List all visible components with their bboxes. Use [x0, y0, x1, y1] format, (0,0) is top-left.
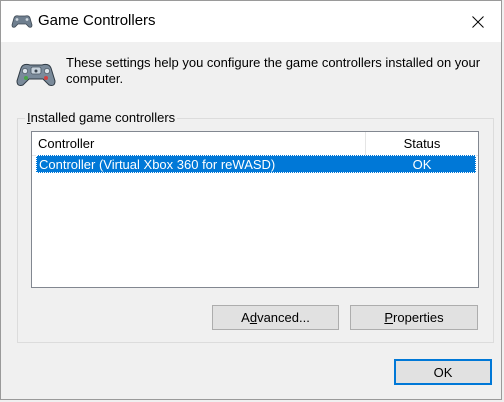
- description-text: These settings help you configure the ga…: [66, 55, 481, 86]
- close-button[interactable]: [455, 1, 501, 42]
- gamepad-icon: [16, 63, 56, 86]
- game-controllers-dialog: Game Controllers These settings help you…: [0, 0, 502, 400]
- properties-label-accel: P: [384, 310, 394, 325]
- advanced-label-pre: A: [241, 310, 250, 325]
- properties-label-post: roperties: [393, 310, 444, 325]
- advanced-button[interactable]: Ad vanced...: [212, 305, 339, 330]
- list-header: Controller Status: [32, 132, 478, 156]
- group-label: Installed game controllers: [25, 110, 178, 125]
- controller-status: OK: [412, 157, 432, 172]
- controller-name: Controller (Virtual Xbox 360 for reWASD): [39, 157, 276, 172]
- window-title: Game Controllers: [38, 12, 156, 29]
- list-item[interactable]: Controller (Virtual Xbox 360 for reWASD)…: [36, 155, 476, 173]
- ok-button[interactable]: OK: [394, 359, 492, 385]
- controllers-list[interactable]: Controller Status Controller (Virtual Xb…: [31, 131, 479, 288]
- ok-label: OK: [433, 364, 453, 380]
- properties-button[interactable]: Properties: [350, 305, 478, 330]
- column-header-controller[interactable]: Controller: [32, 132, 366, 155]
- gamepad-icon: [11, 15, 33, 28]
- column-header-status[interactable]: Status: [366, 132, 478, 155]
- group-label-text: nstalled game controllers: [30, 110, 176, 125]
- advanced-label-accel: d: [249, 310, 258, 325]
- close-x-icon: [472, 15, 484, 28]
- advanced-label-post: vanced...: [257, 310, 310, 325]
- title-bar: Game Controllers: [1, 1, 501, 42]
